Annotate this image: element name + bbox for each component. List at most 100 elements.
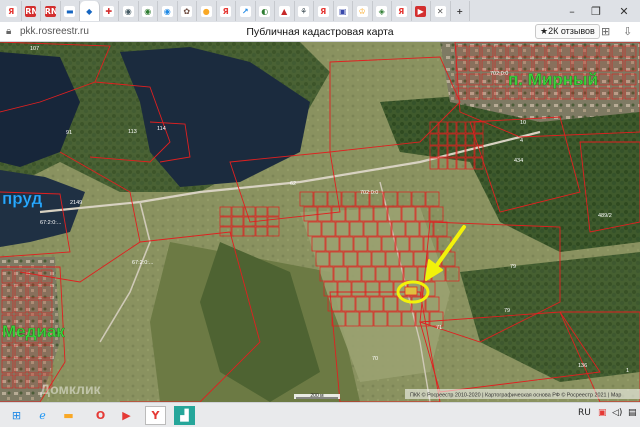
browser-tab[interactable]: ◐ — [256, 1, 275, 21]
browser-tab[interactable]: ♔ — [353, 1, 373, 21]
media-player-icon[interactable]: ▶ — [116, 406, 137, 425]
coin-icon: ● — [200, 5, 212, 17]
rn-icon: RN — [44, 5, 56, 17]
place-label-prud: пруд — [2, 189, 42, 208]
plot-parcel — [520, 87, 533, 100]
lock-icon: 🔒︎ — [6, 26, 12, 37]
app-icon[interactable]: ▟ — [174, 406, 195, 425]
network-icon[interactable]: ▤ — [628, 408, 637, 418]
plot-parcel — [14, 374, 27, 389]
browser-tab[interactable]: ▲ — [275, 1, 295, 21]
site-icon: ▲ — [278, 5, 290, 17]
yandex-icon: Я — [5, 5, 17, 17]
plot-parcel — [546, 87, 559, 100]
globe-icon: ◉ — [122, 5, 134, 17]
close-icon: ✕ — [434, 5, 446, 17]
browser-tab[interactable]: ⚘ — [295, 1, 314, 21]
plot-parcel — [598, 87, 611, 100]
parcel-number-label: 91 — [66, 130, 72, 136]
watermark: Домклик — [40, 381, 102, 397]
restore-icon[interactable]: ❐ — [584, 0, 608, 22]
browser-tab[interactable]: ◉ — [158, 1, 178, 21]
browser-tab[interactable]: Я — [392, 1, 412, 21]
url-field[interactable]: pkk.rosreestr.ru — [20, 26, 89, 37]
parcel-number-label: 136 — [578, 363, 587, 369]
reviews-badge[interactable]: ★2К отзывов — [535, 24, 600, 39]
bookmark-icon[interactable]: ⊞ — [601, 25, 610, 38]
new-tab-button[interactable]: + — [451, 1, 470, 21]
parcel-number-label: 2149 — [70, 200, 82, 206]
plot-parcel — [585, 45, 598, 58]
new-tab-icon: + — [454, 5, 466, 17]
plot-parcel — [1, 359, 14, 374]
place-label-mediak: Медиак — [2, 322, 65, 341]
plot-parcel — [1, 269, 14, 284]
video-icon: ▶ — [415, 5, 427, 17]
plot-parcel — [624, 45, 637, 58]
windows-start-icon[interactable]: ⊞ — [6, 406, 27, 425]
plot-parcel — [572, 87, 585, 100]
volume-icon[interactable]: ◁) — [612, 408, 622, 418]
plot-parcel — [507, 45, 520, 58]
plot-parcel — [40, 284, 53, 299]
plot-parcel — [14, 284, 27, 299]
plot-parcel — [624, 59, 637, 72]
plot-parcel — [585, 87, 598, 100]
browser-tab[interactable]: RN — [22, 1, 41, 21]
parcel-number-label: 1 — [626, 368, 629, 374]
opera-icon[interactable]: O — [90, 406, 111, 425]
cadastral-map[interactable]: п. Мирный пруд Медиак 107 91 113 114 2149 67:… — [0, 42, 640, 402]
minimize-icon[interactable]: – — [560, 0, 584, 22]
plot-parcel — [598, 59, 611, 72]
target-parcel[interactable] — [404, 286, 418, 296]
browser-tab[interactable]: ✕ — [431, 1, 451, 21]
browser-tab[interactable]: ✿ — [178, 1, 197, 21]
plot-parcel — [455, 59, 468, 72]
browser-tab[interactable]: ↗ — [236, 1, 256, 21]
browser-tab[interactable]: Я — [217, 1, 236, 21]
notification-icon[interactable]: ▣ — [598, 408, 607, 418]
place-label-mirny: п. Мирный — [508, 70, 598, 89]
plot-parcel — [533, 45, 546, 58]
parcel-number-label: 79 — [504, 308, 510, 314]
plot-parcel — [572, 45, 585, 58]
plot-parcel — [455, 45, 468, 58]
parcel-number-label: 70 — [372, 356, 378, 362]
browser-tab[interactable]: ▬ — [61, 1, 80, 21]
plot-parcel — [611, 73, 624, 86]
plot-parcel — [559, 45, 572, 58]
browser-tab[interactable]: ◉ — [119, 1, 139, 21]
yandex-icon: Я — [317, 5, 329, 17]
plot-parcel — [507, 87, 520, 100]
plot-parcel — [481, 59, 494, 72]
browser-tab[interactable]: Я — [314, 1, 334, 21]
browser-tab[interactable]: Я — [2, 1, 22, 21]
edge-browser-icon[interactable]: ℯ — [32, 406, 53, 425]
site-icon: ▣ — [337, 5, 349, 17]
file-explorer-icon[interactable]: ▬ — [58, 406, 79, 425]
screen: Я RN RN ▬ ◆ ✚ ◉ ◉ ◉ ✿ ● Я ↗ ◐ ▲ ⚘ Я ▣ ♔ ◈ Я ▶ ✕ + – ❐ ✕ 🔒︎ pkk.… — [0, 0, 640, 427]
browser-tab[interactable]: ◆ — [80, 1, 100, 21]
plot-parcel — [40, 269, 53, 284]
plot-parcel — [468, 73, 481, 86]
browser-tab[interactable]: ▶ — [412, 1, 431, 21]
plot-parcel — [455, 73, 468, 86]
browser-tab[interactable]: ◈ — [373, 1, 392, 21]
site-icon: ♔ — [356, 5, 368, 17]
plot-parcel — [27, 284, 40, 299]
browser-tab[interactable]: ● — [197, 1, 217, 21]
parcel-number-label: 107 — [30, 46, 39, 52]
browser-tab[interactable]: RN — [41, 1, 61, 21]
parcel-number-label: 71 — [436, 325, 442, 331]
copyright-text: ПКК © Росреестр 2010-2020 | Картографиче… — [410, 392, 621, 399]
browser-tab[interactable]: ▣ — [334, 1, 353, 21]
browser-tab[interactable]: ◉ — [139, 1, 158, 21]
parcel-number-label: 79 — [510, 264, 516, 270]
language-indicator[interactable]: RU — [578, 408, 591, 418]
yandex-browser-icon[interactable]: Y — [145, 406, 166, 425]
plot-parcel — [40, 359, 53, 374]
plot-parcel — [1, 299, 14, 314]
close-window-icon[interactable]: ✕ — [610, 0, 638, 22]
download-icon[interactable]: ⇩ — [623, 25, 632, 38]
browser-tab[interactable]: ✚ — [100, 1, 119, 21]
